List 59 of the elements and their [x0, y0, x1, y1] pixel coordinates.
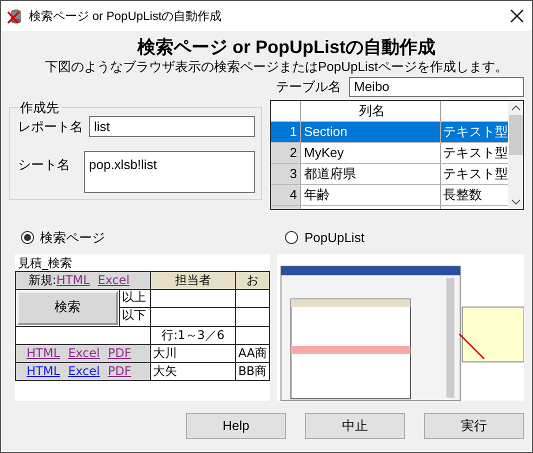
- row-count: 行:1～3／6: [150, 326, 236, 344]
- app-icon: [7, 8, 23, 24]
- input-field[interactable]: [150, 289, 236, 308]
- scroll-thumb[interactable]: [508, 115, 522, 155]
- link[interactable]: PDF: [108, 346, 132, 360]
- column-header: 列名: [301, 101, 441, 121]
- window-title: 検索ページ or PopUpListの自動作成: [29, 8, 222, 25]
- table-cell-text: 長整数: [442, 186, 483, 204]
- column-header: お: [236, 271, 270, 289]
- row-number: 3: [271, 164, 301, 184]
- table-cell: テキスト型: [441, 122, 508, 142]
- text-label: 新規:: [28, 272, 56, 286]
- table-cell: 年齢: [301, 185, 441, 205]
- table-cell: MyKey: [301, 143, 441, 163]
- link[interactable]: HTML: [26, 346, 60, 360]
- dialog-button[interactable]: 中止: [305, 412, 405, 438]
- range-label: 以上: [120, 290, 150, 308]
- table-cell: AA商: [236, 344, 270, 362]
- description-text: 下図のようなブラウザ表示の検索ページまたはPopUpListページを作成します。: [44, 59, 509, 75]
- input-field[interactable]: pop.xlsb!list: [84, 151, 255, 193]
- row-number: 2: [271, 143, 301, 163]
- close-icon[interactable]: [510, 9, 524, 23]
- column-header: 担当者: [150, 271, 236, 289]
- scrollbar[interactable]: [508, 101, 523, 209]
- grid-row[interactable]: 2 MyKey テキスト型: [271, 143, 508, 164]
- table-cell-text: テキスト型: [442, 165, 508, 183]
- grid-row[interactable]: 1 Section テキスト型: [271, 122, 508, 143]
- grid-row[interactable]: 4 年齢 長整数: [271, 185, 508, 206]
- table-cell: 大矢: [150, 362, 236, 380]
- row-number: 1: [271, 122, 301, 142]
- field-label: テーブル名: [275, 78, 341, 96]
- search-button[interactable]: 検索: [17, 290, 118, 324]
- dialog-heading: 検索ページ or PopUpListの自動作成: [136, 36, 436, 59]
- link[interactable]: Excel: [68, 346, 100, 360]
- table-cell: Section: [301, 122, 441, 142]
- radio-label[interactable]: PopUpList: [304, 228, 364, 248]
- field-label: レポート名: [18, 118, 83, 136]
- field-label: シート名: [18, 156, 71, 174]
- table-cell: 都道府県: [301, 164, 441, 184]
- preview-title: 見積_検索: [17, 256, 73, 270]
- table-cell: BB商: [236, 362, 270, 380]
- grid-row[interactable]: 3 都道府県 テキスト型: [271, 164, 508, 185]
- table-cell: 大川: [150, 344, 236, 362]
- link[interactable]: Excel: [98, 272, 130, 286]
- radio-button[interactable]: [21, 231, 34, 244]
- link[interactable]: HTML: [56, 272, 90, 286]
- link[interactable]: PDF: [108, 364, 132, 378]
- input-field[interactable]: list: [89, 116, 255, 137]
- table-cell-text: テキスト型: [442, 144, 508, 162]
- link[interactable]: Excel: [68, 364, 100, 378]
- radio-label[interactable]: 検索ページ: [40, 228, 105, 248]
- row-number: 4: [271, 185, 301, 205]
- dialog-button[interactable]: 実行: [424, 412, 524, 438]
- link[interactable]: HTML: [26, 364, 60, 378]
- input-field[interactable]: Meibo: [349, 77, 524, 97]
- dialog-button[interactable]: Help: [186, 412, 286, 438]
- input-field[interactable]: [236, 289, 270, 308]
- range-label: 以下: [121, 308, 147, 324]
- radio-button[interactable]: [285, 231, 298, 244]
